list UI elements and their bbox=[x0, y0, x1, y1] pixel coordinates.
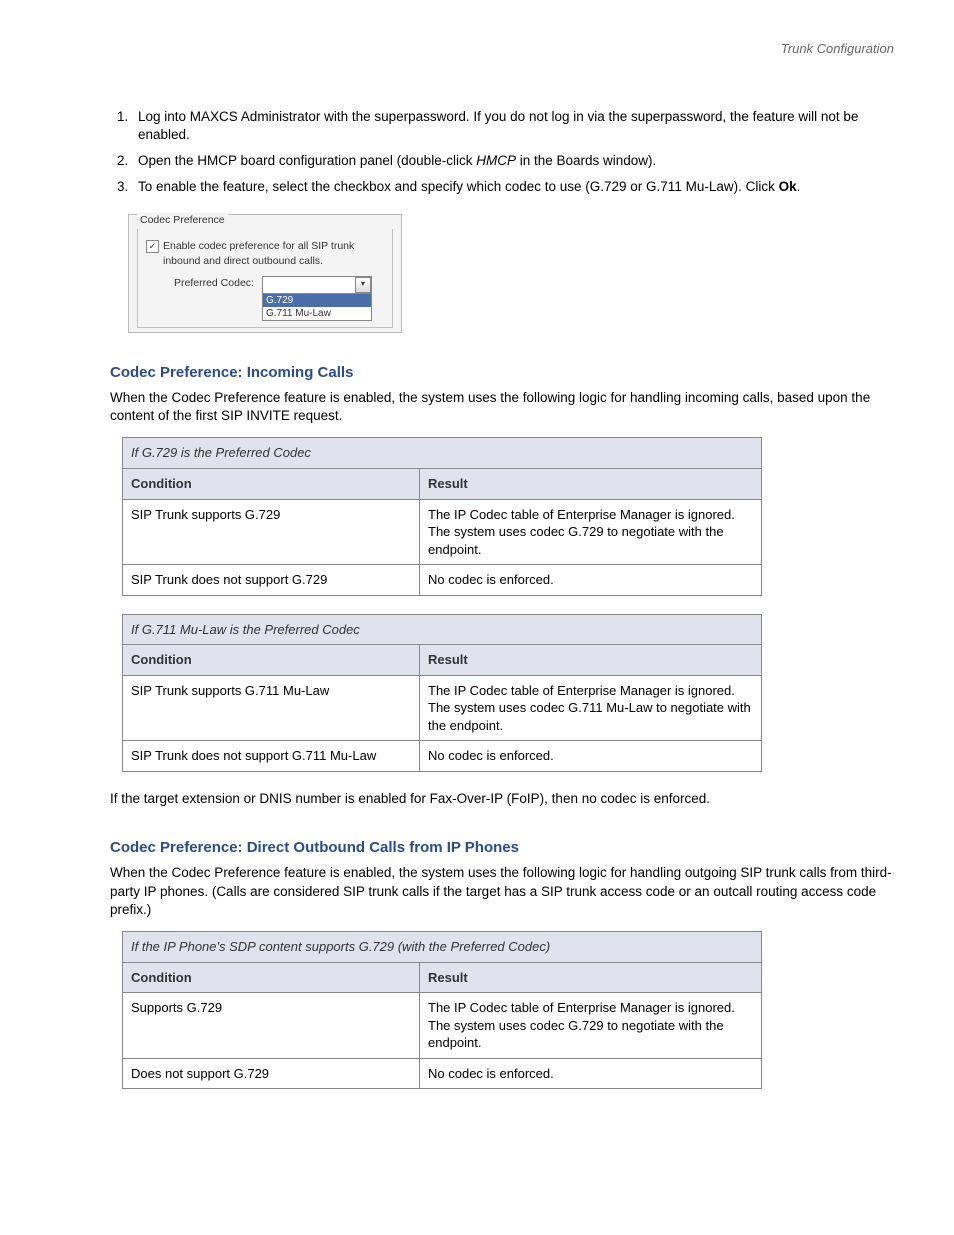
table-g711-caption: If G.711 Mu-Law is the Preferred Codec bbox=[123, 614, 762, 645]
codec-options-list: G.729 G.711 Mu-Law bbox=[262, 294, 372, 321]
table-g729: If G.729 is the Preferred Codec Conditio… bbox=[122, 437, 762, 595]
table-outbound-caption: If the IP Phone's SDP content supports G… bbox=[123, 932, 762, 963]
section-incoming-title: Codec Preference: Incoming Calls bbox=[110, 363, 894, 383]
cell: The IP Codec table of Enterprise Manager… bbox=[420, 675, 762, 741]
table-outbound-g729: If the IP Phone's SDP content supports G… bbox=[122, 931, 762, 1089]
table-row: Supports G.729 The IP Codec table of Ent… bbox=[123, 993, 762, 1059]
cell: No codec is enforced. bbox=[420, 741, 762, 772]
table-g729-h1: Condition bbox=[123, 469, 420, 500]
table-row: Does not support G.729 No codec is enfor… bbox=[123, 1058, 762, 1089]
cell: The IP Codec table of Enterprise Manager… bbox=[420, 499, 762, 565]
step-1: Log into MAXCS Administrator with the su… bbox=[132, 108, 894, 144]
section-incoming-intro: When the Codec Preference feature is ena… bbox=[110, 389, 894, 425]
cell: SIP Trunk supports G.711 Mu-Law bbox=[123, 675, 420, 741]
table-g729-caption: If G.729 is the Preferred Codec bbox=[123, 438, 762, 469]
group-label: Codec Preference bbox=[137, 213, 228, 227]
table-g711-h2: Result bbox=[420, 645, 762, 676]
step-3: To enable the feature, select the checkb… bbox=[132, 178, 894, 196]
enable-checkbox[interactable]: ✓ bbox=[146, 240, 159, 253]
table-row: SIP Trunk supports G.711 Mu-Law The IP C… bbox=[123, 675, 762, 741]
cell: The IP Codec table of Enterprise Manager… bbox=[420, 993, 762, 1059]
table-row: SIP Trunk supports G.729 The IP Codec ta… bbox=[123, 499, 762, 565]
preferred-codec-dropdown[interactable]: ▾ bbox=[262, 276, 372, 294]
table-row: SIP Trunk does not support G.729 No code… bbox=[123, 565, 762, 596]
cell: No codec is enforced. bbox=[420, 565, 762, 596]
table-outbound-h1: Condition bbox=[123, 962, 420, 993]
cell: SIP Trunk does not support G.729 bbox=[123, 565, 420, 596]
page-header: Trunk Configuration bbox=[110, 40, 894, 58]
table-g711-h1: Condition bbox=[123, 645, 420, 676]
step-2-hmcp: HMCP bbox=[476, 153, 516, 168]
cell: SIP Trunk supports G.729 bbox=[123, 499, 420, 565]
cell: SIP Trunk does not support G.711 Mu-Law bbox=[123, 741, 420, 772]
step-2-text-b: in the Boards window). bbox=[516, 153, 656, 168]
cell: Supports G.729 bbox=[123, 993, 420, 1059]
preferred-codec-label: Preferred Codec: bbox=[174, 276, 254, 290]
chevron-down-icon[interactable]: ▾ bbox=[355, 277, 371, 293]
section-outbound-intro: When the Codec Preference feature is ena… bbox=[110, 864, 894, 919]
step-3-text-a: To enable the feature, select the checkb… bbox=[138, 179, 779, 194]
cell: Does not support G.729 bbox=[123, 1058, 420, 1089]
codec-preference-panel: Codec Preference ✓ Enable codec preferen… bbox=[128, 214, 402, 332]
table-row: SIP Trunk does not support G.711 Mu-Law … bbox=[123, 741, 762, 772]
codec-option-g729[interactable]: G.729 bbox=[263, 294, 371, 307]
step-2-text-a: Open the HMCP board configuration panel … bbox=[138, 153, 476, 168]
table-outbound-h2: Result bbox=[420, 962, 762, 993]
foip-note: If the target extension or DNIS number i… bbox=[110, 790, 894, 808]
table-g729-h2: Result bbox=[420, 469, 762, 500]
enable-label: Enable codec preference for all SIP trun… bbox=[163, 239, 384, 267]
step-3-text-b: . bbox=[797, 179, 801, 194]
steps-list: Log into MAXCS Administrator with the su… bbox=[110, 108, 894, 197]
step-2: Open the HMCP board configuration panel … bbox=[132, 152, 894, 170]
cell: No codec is enforced. bbox=[420, 1058, 762, 1089]
section-outbound-title: Codec Preference: Direct Outbound Calls … bbox=[110, 838, 894, 858]
table-g711: If G.711 Mu-Law is the Preferred Codec C… bbox=[122, 614, 762, 772]
step-3-ok: Ok bbox=[779, 179, 797, 194]
codec-option-g711[interactable]: G.711 Mu-Law bbox=[263, 307, 371, 320]
